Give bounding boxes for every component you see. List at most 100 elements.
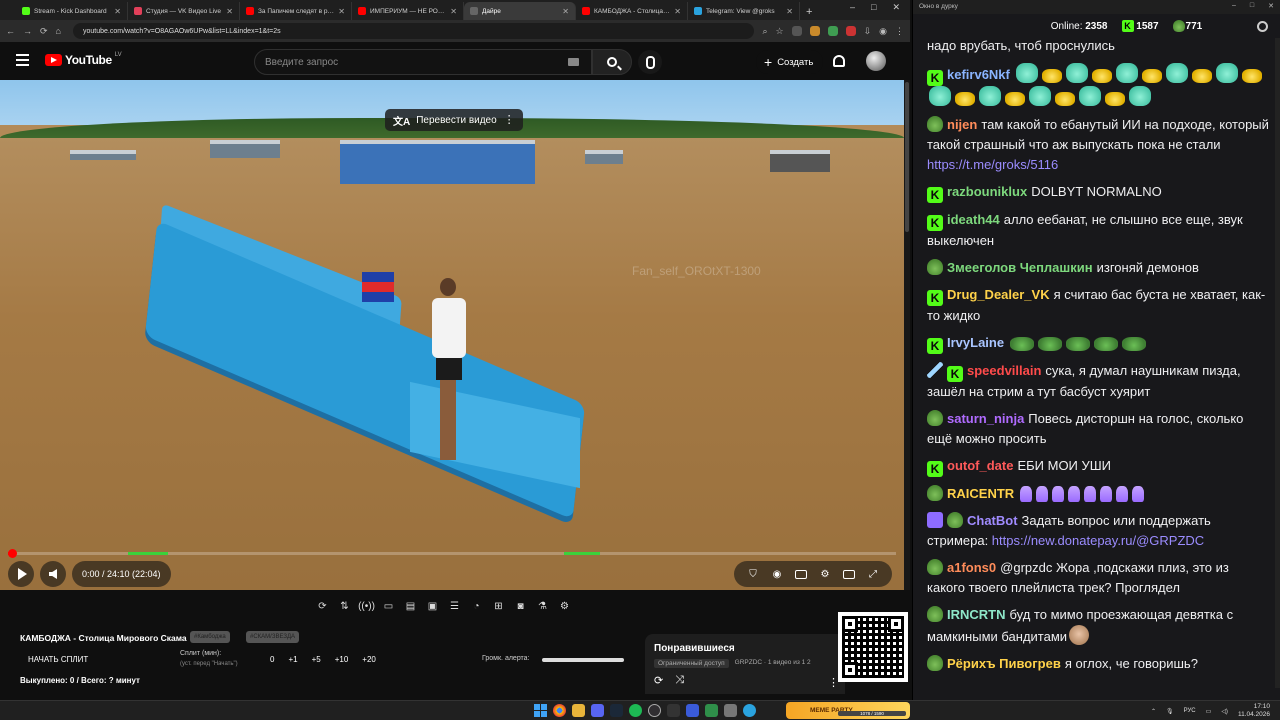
film-icon[interactable]: ▤ [402, 598, 419, 615]
app-icon[interactable] [667, 704, 680, 717]
menu-kebab-icon[interactable]: ⋮ [895, 26, 904, 37]
close-tab-icon[interactable]: ✕ [338, 7, 345, 16]
loop-playlist-icon[interactable]: ⟳ [654, 674, 663, 687]
chat-scrollbar[interactable] [1275, 38, 1280, 688]
extension-icon[interactable] [791, 26, 802, 36]
language-indicator[interactable]: РУС [1184, 708, 1196, 714]
search-input[interactable]: Введите запрос [254, 49, 592, 75]
obs-icon[interactable] [648, 704, 661, 717]
chat-username[interactable]: IRNCRTN [947, 607, 1006, 622]
tab-youtube-1[interactable]: За Папичем следят в реальн...✕ [240, 2, 352, 20]
screen-icon[interactable]: ▭ [380, 598, 397, 615]
tray-chevron-icon[interactable]: ⌃ [1151, 708, 1156, 715]
profile-icon[interactable]: ◉ [879, 26, 887, 37]
discord-icon[interactable] [591, 704, 604, 717]
camera-icon[interactable]: ◙ [512, 598, 529, 615]
chat-username[interactable]: speedvillain [967, 363, 1041, 378]
mic-tray-icon[interactable]: 🎙 [1166, 708, 1174, 715]
folder-icon[interactable] [572, 704, 585, 717]
split-add-20[interactable]: +20 [362, 655, 376, 664]
close-tab-icon[interactable]: ✕ [786, 7, 793, 16]
alert-volume-slider[interactable] [542, 658, 624, 662]
flask-icon[interactable]: ⚗ [534, 598, 551, 615]
windows-start-icon[interactable] [534, 704, 547, 717]
shuffle-icon[interactable]: ⤨ [675, 674, 684, 687]
tab-active[interactable]: Дайре ✕ [464, 2, 576, 20]
spotify-icon[interactable] [629, 704, 642, 717]
settings-gear-icon[interactable]: ⚙ [816, 566, 834, 582]
keyboard-icon[interactable] [568, 58, 579, 66]
progress-bar[interactable] [8, 549, 896, 558]
volume-tray-icon[interactable]: ◁) [1221, 708, 1228, 715]
speed-icon[interactable]: ◔ [468, 598, 485, 615]
minimize-button[interactable]: – [850, 2, 855, 13]
bookmark-star-icon[interactable]: ☆ [776, 26, 784, 37]
chat-username[interactable]: Drug_Dealer_VK [947, 287, 1050, 302]
split-add-5[interactable]: +5 [312, 655, 321, 664]
extension-icon[interactable] [809, 26, 820, 36]
tab-youtube-cambodia[interactable]: КАМБОДЖА - Столица Мир...✕ [576, 2, 688, 20]
shield-toggle-icon[interactable]: ⛉ [744, 566, 762, 582]
extension-icon[interactable] [845, 26, 856, 36]
tab-kick-dashboard[interactable]: Stream - Kick Dashboard ✕ [16, 2, 128, 20]
theater-mode-icon[interactable] [840, 566, 858, 582]
voice-search-mic-icon[interactable] [638, 50, 662, 74]
loop-icon[interactable]: ⟳ [314, 598, 331, 615]
chat-username[interactable]: kefirv6Nkf [947, 67, 1010, 82]
url-field[interactable]: youtube.com/watch?v=O8AGAOw6UPw&list=LL&… [72, 23, 755, 39]
broadcast-icon[interactable]: ((•)) [358, 598, 375, 615]
playlist-title[interactable]: Понравившиеся [654, 643, 836, 654]
chat-username[interactable]: ideath44 [947, 212, 1000, 227]
fullscreen-icon[interactable]: ⤢ [864, 566, 882, 582]
hamburger-menu-icon[interactable] [16, 54, 29, 66]
maximize-button[interactable]: □ [871, 2, 876, 13]
forward-icon[interactable]: → [23, 26, 32, 36]
app-icon[interactable] [705, 704, 718, 717]
extension-icon[interactable] [827, 26, 838, 36]
close-tab-icon[interactable]: ✕ [114, 7, 121, 16]
download-icon[interactable]: ⇩ [864, 26, 872, 37]
youtube-logo[interactable]: YouTube LV [45, 52, 122, 67]
close-tab-icon[interactable]: ✕ [562, 7, 569, 16]
close-window-button[interactable]: ✕ [892, 2, 900, 13]
telegram-icon[interactable] [743, 704, 756, 717]
minimize-button[interactable]: – [1232, 2, 1236, 10]
more-options-icon[interactable]: ⋮ [504, 113, 515, 126]
list-icon[interactable]: ☰ [446, 598, 463, 615]
tag-badge[interactable]: #Камбоджа [190, 631, 230, 643]
close-tab-icon[interactable]: ✕ [674, 7, 681, 16]
close-tab-icon[interactable]: ✕ [450, 7, 457, 16]
network-icon[interactable]: ▭ [1206, 708, 1212, 715]
chrome-icon[interactable] [553, 704, 566, 717]
chat-username[interactable]: Змееголов Чеплашкин [947, 260, 1093, 275]
media-player-icon[interactable] [686, 704, 699, 717]
subtitles-icon[interactable] [792, 566, 810, 582]
reload-icon[interactable]: ⟳ [40, 26, 48, 37]
scrubber-handle[interactable] [8, 549, 17, 558]
chat-username[interactable]: outof_date [947, 458, 1013, 473]
chat-username[interactable]: a1fons0 [947, 560, 996, 575]
home-icon[interactable]: ⌂ [56, 26, 61, 36]
picture-icon[interactable]: ▣ [424, 598, 441, 615]
split-add-10[interactable]: +10 [335, 655, 349, 664]
zoom-icon[interactable]: ⌕ [762, 26, 767, 37]
chat-username[interactable]: saturn_ninja [947, 411, 1024, 426]
search-button[interactable] [592, 49, 632, 75]
volume-button[interactable] [40, 561, 66, 587]
tag-badge[interactable]: #СКАМ/ЗВЕЗДА [246, 631, 300, 643]
maximize-button[interactable]: □ [1250, 2, 1254, 10]
settings-gear-icon[interactable] [1257, 21, 1268, 32]
account-avatar[interactable] [866, 51, 886, 71]
sort-icon[interactable]: ⇅ [336, 598, 353, 615]
create-button[interactable]: + Создать [756, 50, 824, 74]
tab-youtube-2[interactable]: ИМПЕРИУМ — НЕ РОССИЯ✕ [352, 2, 464, 20]
chat-username[interactable]: Рёрихъ Пивогрев [947, 656, 1061, 671]
play-button[interactable] [8, 561, 34, 587]
chat-link[interactable]: https://t.me/groks/5116 [927, 157, 1058, 172]
chat-username[interactable]: IrvyLaine [947, 335, 1004, 350]
close-window-button[interactable]: ✕ [1268, 2, 1274, 10]
chat-username[interactable]: razbouniklux [947, 184, 1027, 199]
chat-link[interactable]: https://new.donatepay.ru/@GRPZDC [992, 533, 1204, 548]
chat-username[interactable]: RAICENTR [947, 486, 1014, 501]
start-split-button[interactable]: НАЧАТЬ СПЛИТ [28, 655, 88, 664]
